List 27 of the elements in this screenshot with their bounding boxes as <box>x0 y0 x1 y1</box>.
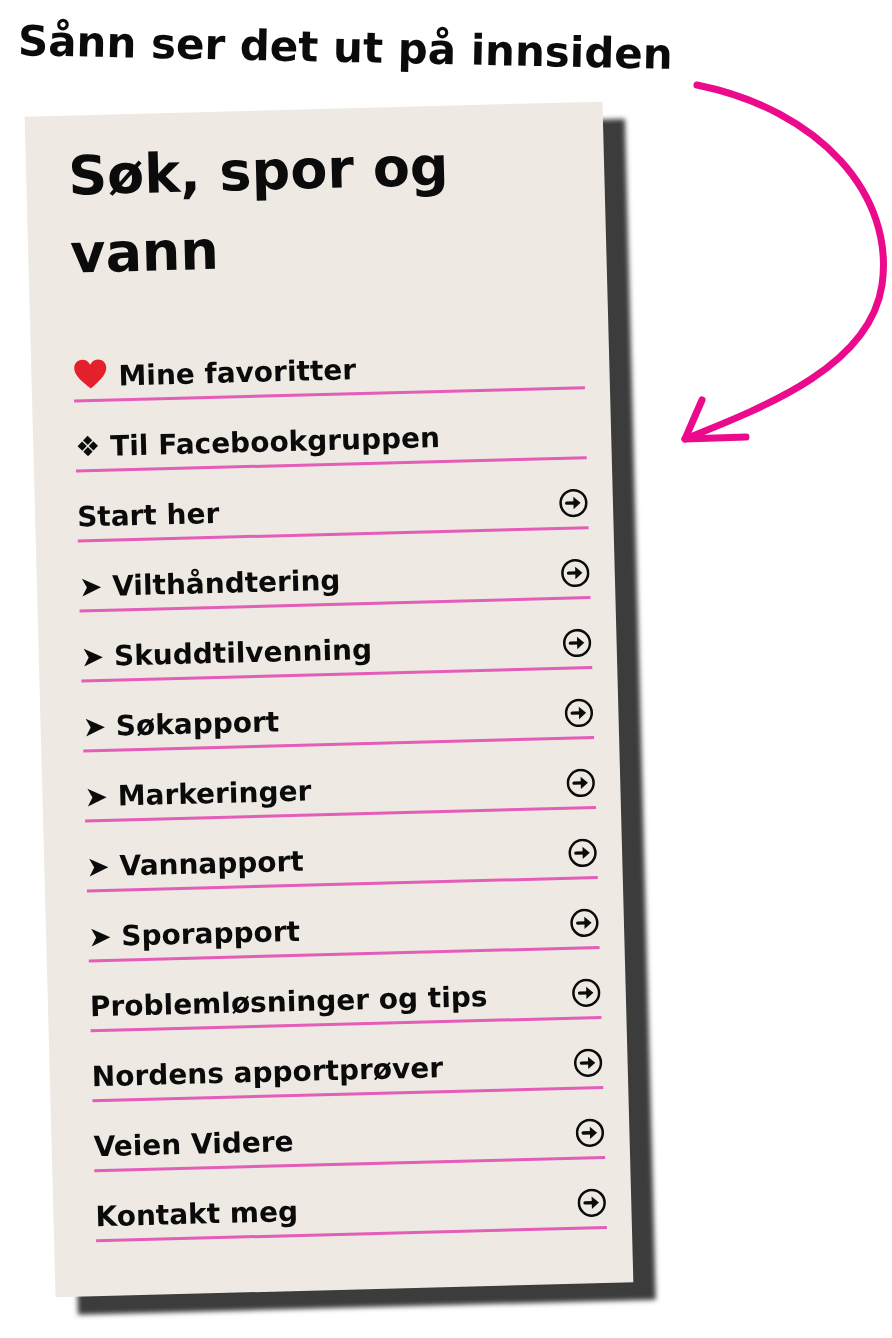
menu-link[interactable]: ➤ Markeringer <box>83 743 596 823</box>
menu-link[interactable]: ➤ Vilthåndtering <box>77 533 591 613</box>
menu-link[interactable]: ➤ Vannapport <box>85 813 598 893</box>
arrow-circle-icon <box>564 698 594 728</box>
arrow-circle-icon <box>562 628 592 658</box>
menu-link[interactable]: Veien Videre <box>92 1092 606 1173</box>
arrow-circle-icon <box>558 488 589 518</box>
menu-link[interactable]: ➤ Sporapport <box>87 883 600 963</box>
menu-link[interactable]: ➤ Skuddtilvenning <box>79 603 593 683</box>
arrow-circle-icon <box>565 768 596 798</box>
heart-icon <box>73 358 108 390</box>
menu-link[interactable]: Kontakt meg <box>94 1162 607 1243</box>
menu-link[interactable]: Start her <box>76 463 589 543</box>
menu-link[interactable]: ❖ Til Facebookgruppen <box>74 393 587 473</box>
menu-link[interactable]: ➤ Søkapport <box>81 673 595 753</box>
arrow-circle-icon <box>569 908 600 938</box>
arrow-circle-icon <box>560 558 591 588</box>
menu-link[interactable]: Mine favoritter <box>72 323 585 403</box>
arrow-circle-icon <box>576 1187 607 1218</box>
menu-link[interactable]: Nordens apportprøver <box>90 1023 604 1103</box>
menu-link[interactable]: Problemløsninger og tips <box>88 953 602 1033</box>
card-title: Søk, spor og vann <box>67 133 451 288</box>
arrow-circle-icon <box>575 1117 605 1148</box>
arrow-circle-icon <box>571 978 602 1008</box>
arrow-circle-icon <box>567 838 598 868</box>
arrow-circle-icon <box>573 1047 603 1078</box>
page-heading: Sånn ser det ut på innsiden <box>17 17 674 79</box>
